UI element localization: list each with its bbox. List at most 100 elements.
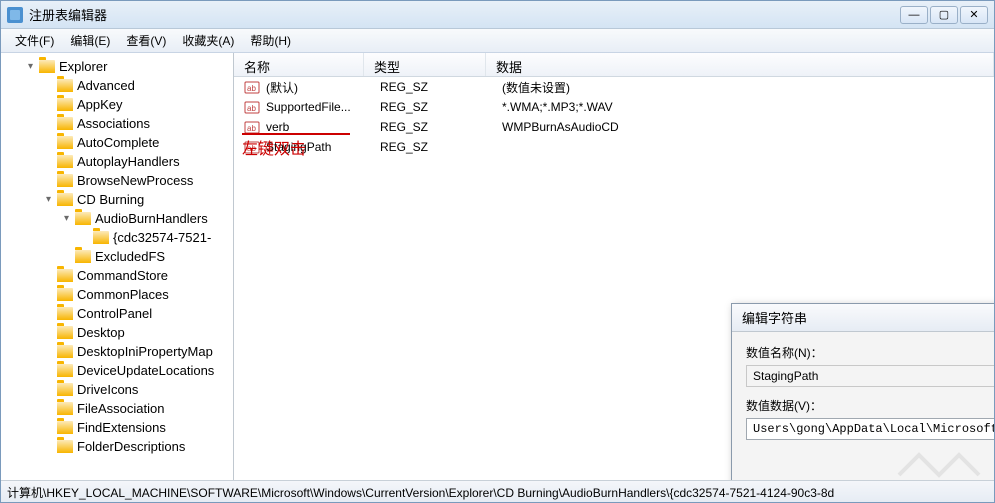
list-row[interactable]: abStagingPathREG_SZ [234, 137, 994, 157]
tree-label: ExcludedFS [95, 249, 165, 264]
tree-node[interactable]: DeviceUpdateLocations [3, 361, 231, 380]
menu-favorites[interactable]: 收藏夹(A) [174, 29, 242, 52]
folder-icon [57, 155, 73, 168]
tree-node[interactable]: DriveIcons [3, 380, 231, 399]
list-row[interactable]: abSupportedFile...REG_SZ*.WMA;*.MP3;*.WA… [234, 97, 994, 117]
regedit-window: 注册表编辑器 — ▢ ✕ 文件(F) 编辑(E) 查看(V) 收藏夹(A) 帮助… [0, 0, 995, 503]
tree-node[interactable]: AutoplayHandlers [3, 152, 231, 171]
expand-toggle-icon[interactable]: ▾ [25, 61, 36, 72]
folder-icon [57, 307, 73, 320]
tree-label: DesktopIniPropertyMap [77, 344, 213, 359]
value-type: REG_SZ [380, 120, 502, 134]
list-pane: 名称 类型 数据 ab(默认)REG_SZ(数值未设置)abSupportedF… [234, 53, 994, 480]
folder-icon [75, 212, 91, 225]
menu-edit[interactable]: 编辑(E) [62, 29, 118, 52]
tree-node[interactable]: Advanced [3, 76, 231, 95]
folder-icon [57, 117, 73, 130]
content-area: ▾ Explorer Advanced AppKey Associations AutoC… [1, 53, 994, 480]
tree-spacer [43, 118, 54, 129]
tree-node[interactable]: {cdc32574-7521- [3, 228, 231, 247]
menu-file[interactable]: 文件(F) [7, 29, 62, 52]
tree-node[interactable]: AppKey [3, 95, 231, 114]
tree-label: Advanced [77, 78, 135, 93]
folder-icon [57, 402, 73, 415]
value-name: verb [266, 120, 380, 134]
tree-label: Explorer [59, 59, 107, 74]
tree-node[interactable]: ExcludedFS [3, 247, 231, 266]
svg-text:ab: ab [247, 124, 256, 133]
folder-icon [57, 193, 73, 206]
tree-node[interactable]: CommonPlaces [3, 285, 231, 304]
tree-node[interactable]: FindExtensions [3, 418, 231, 437]
tree-label: FindExtensions [77, 420, 166, 435]
folder-icon [57, 288, 73, 301]
tree-node[interactable]: DesktopIniPropertyMap [3, 342, 231, 361]
tree-label: ControlPanel [77, 306, 152, 321]
data-field[interactable] [746, 418, 994, 440]
folder-icon [57, 364, 73, 377]
tree-node[interactable]: ▾ CD Burning [3, 190, 231, 209]
tree-label: AutoComplete [77, 135, 159, 150]
tree-spacer [43, 80, 54, 91]
folder-icon [57, 440, 73, 453]
expand-toggle-icon[interactable]: ▾ [43, 194, 54, 205]
tree-node[interactable]: BrowseNewProcess [3, 171, 231, 190]
menu-view[interactable]: 查看(V) [118, 29, 174, 52]
tree-label: AutoplayHandlers [77, 154, 180, 169]
tree-node[interactable]: FolderDescriptions [3, 437, 231, 456]
tree-spacer [43, 422, 54, 433]
tree-node[interactable]: Associations [3, 114, 231, 133]
tree-node[interactable]: CommandStore [3, 266, 231, 285]
tree-label: DeviceUpdateLocations [77, 363, 214, 378]
value-type: REG_SZ [380, 140, 502, 154]
tree-node[interactable]: AutoComplete [3, 133, 231, 152]
tree-spacer [43, 137, 54, 148]
close-button[interactable]: ✕ [960, 6, 988, 24]
tree-node[interactable]: ▾ Explorer [3, 57, 231, 76]
expand-toggle-icon[interactable]: ▾ [61, 213, 72, 224]
maximize-button[interactable]: ▢ [930, 6, 958, 24]
tree-node[interactable]: Desktop [3, 323, 231, 342]
menu-help[interactable]: 帮助(H) [242, 29, 299, 52]
folder-icon [93, 231, 109, 244]
name-label: 数值名称(N)： [746, 344, 994, 361]
tree-spacer [43, 403, 54, 414]
svg-text:ab: ab [247, 144, 256, 153]
tree-node[interactable]: ControlPanel [3, 304, 231, 323]
dialog-title: 编辑字符串 [742, 308, 994, 327]
list-row[interactable]: ab(默认)REG_SZ(数值未设置) [234, 77, 994, 97]
tree-node[interactable]: ▾AudioBurnHandlers [3, 209, 231, 228]
list-body: ab(默认)REG_SZ(数值未设置)abSupportedFile...REG… [234, 77, 994, 157]
value-data: WMPBurnAsAudioCD [502, 120, 994, 134]
reg-string-icon: ab [244, 119, 260, 135]
list-row[interactable]: ab verbREG_SZWMPBurnAsAudioCD [234, 117, 994, 137]
folder-icon [57, 383, 73, 396]
minimize-button[interactable]: — [900, 6, 928, 24]
dialog-buttons: 确定 取消 [746, 458, 994, 480]
header-name[interactable]: 名称 [234, 53, 364, 76]
tree-spacer [43, 441, 54, 452]
tree-label: Associations [77, 116, 150, 131]
tree-label: CD Burning [77, 192, 144, 207]
tree-node[interactable]: FileAssociation [3, 399, 231, 418]
header-data[interactable]: 数据 [486, 53, 994, 76]
value-name: (默认) [266, 79, 380, 96]
tree-label: CommonPlaces [77, 287, 169, 302]
app-icon [7, 7, 23, 23]
tree-spacer [43, 365, 54, 376]
tree-spacer [43, 99, 54, 110]
dialog-body: 数值名称(N)： 数值数据(V)： 确定 取消 [732, 332, 994, 480]
value-type: REG_SZ [380, 80, 502, 94]
tree-spacer [43, 384, 54, 395]
header-type[interactable]: 类型 [364, 53, 486, 76]
tree-pane[interactable]: ▾ Explorer Advanced AppKey Associations AutoC… [1, 53, 234, 480]
tree-spacer [43, 289, 54, 300]
svg-text:ab: ab [247, 104, 256, 113]
dialog-titlebar[interactable]: 编辑字符串 ✕ [732, 304, 994, 332]
svg-text:ab: ab [247, 84, 256, 93]
reg-string-icon: ab [244, 79, 260, 95]
edit-string-dialog: 编辑字符串 ✕ 数值名称(N)： 数值数据(V)： 确定 取消 [731, 303, 994, 480]
tree-spacer [43, 346, 54, 357]
folder-icon [57, 98, 73, 111]
tree-spacer [43, 308, 54, 319]
